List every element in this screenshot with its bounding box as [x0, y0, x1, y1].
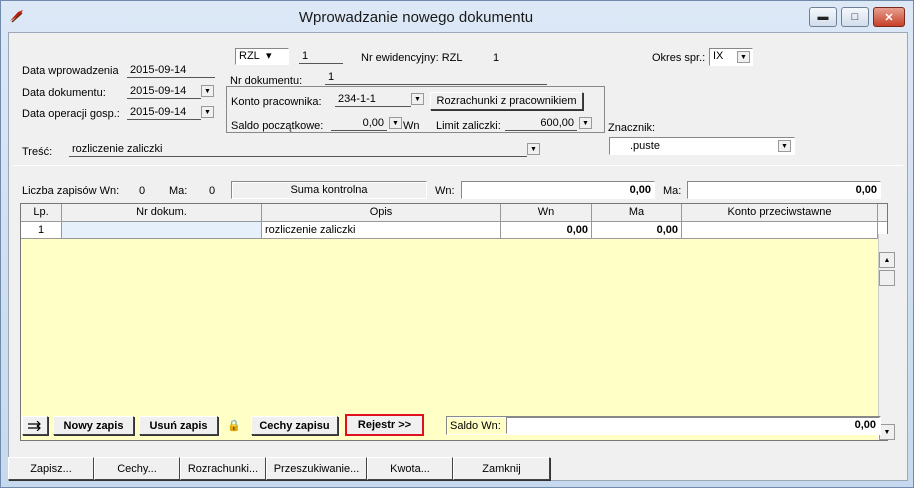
liczba-ma-value: 0: [209, 185, 216, 197]
maximize-button[interactable]: □: [841, 7, 869, 27]
tresc-label: Treść:: [22, 146, 53, 158]
suma-kontrolna-label: Suma kontrolna: [231, 181, 427, 199]
double-arrow-icon: [28, 420, 41, 431]
swap-arrows-button[interactable]: [22, 416, 48, 435]
znacznik-value: .puste: [630, 140, 660, 152]
typ-dokumentu-select[interactable]: RZL ▾: [235, 48, 289, 65]
table-cell-opis[interactable]: rozliczenie zaliczki: [262, 222, 501, 239]
znacznik-select[interactable]: .puste ▼: [609, 137, 795, 155]
rozrachunki-pracownik-button[interactable]: Rozrachunki z pracownikiem: [430, 92, 583, 110]
column-header-konto-przeciwstawne[interactable]: Konto przeciwstawne: [682, 204, 878, 222]
saldo-pocz-unit: Wn: [403, 120, 420, 132]
table-cell-ma[interactable]: 0,00: [592, 222, 682, 239]
kwota-button[interactable]: Kwota...: [367, 457, 453, 480]
chevron-down-icon[interactable]: ▼: [201, 85, 214, 97]
data-operacji-label: Data operacji gosp.:: [22, 108, 120, 120]
data-wprowadzenia-label: Data wprowadzenia: [22, 65, 119, 77]
okres-label: Okres spr.:: [652, 52, 706, 64]
chevron-down-icon[interactable]: ▼: [579, 117, 592, 129]
liczba-ma-label: Ma:: [169, 185, 188, 197]
przeszukiwanie-button[interactable]: Przeszukiwanie...: [266, 457, 367, 480]
chevron-down-icon[interactable]: ▼: [389, 117, 402, 129]
chevron-down-icon: ▼: [778, 140, 791, 152]
column-header-lp[interactable]: Lp.: [21, 204, 62, 222]
suma-wn-value: 0,00: [461, 181, 655, 199]
limit-field[interactable]: 600,00: [505, 117, 577, 131]
rozrachunki-button[interactable]: Rozrachunki...: [180, 457, 266, 480]
cechy-button[interactable]: Cechy...: [94, 457, 180, 480]
saldo-pocz-label: Saldo początkowe:: [231, 120, 324, 132]
divider: [13, 165, 903, 166]
vertical-scrollbar[interactable]: ▲ ▼: [878, 234, 895, 440]
data-dokumentu-field[interactable]: 2015-09-14: [127, 85, 201, 99]
minimize-button[interactable]: ▬: [809, 7, 837, 27]
table-cell-konto[interactable]: [682, 222, 878, 239]
limit-label: Limit zaliczki:: [436, 120, 501, 132]
dialog-window: Wprowadzanie nowego dokumentu ▬ □ ✕ Data…: [0, 0, 914, 488]
column-header-opis[interactable]: Opis: [262, 204, 501, 222]
typ-dokumentu-value: RZL: [239, 50, 260, 62]
okres-value: IX: [713, 50, 724, 62]
cechy-zapisu-button[interactable]: Cechy zapisu: [251, 416, 338, 435]
chevron-down-icon[interactable]: ▼: [201, 106, 214, 118]
column-header-ma[interactable]: Ma: [592, 204, 682, 222]
table-cell-nr-dokum[interactable]: [62, 222, 262, 239]
scroll-thumb[interactable]: [879, 270, 895, 286]
nr-ewid-label: Nr ewidencyjny: RZL: [361, 52, 463, 64]
table-cell-lp[interactable]: 1: [21, 222, 62, 239]
entries-table[interactable]: Lp. Nr dokum. Opis Wn Ma Konto przeciwst…: [20, 203, 895, 441]
saldo-wn-label: Saldo Wn:: [450, 420, 501, 432]
data-dokumentu-label: Data dokumentu:: [22, 87, 106, 99]
liczba-wn-value: 0: [139, 185, 146, 197]
lock-icon: 🔒: [227, 420, 241, 432]
rejestr-button[interactable]: Rejestr >>: [345, 414, 424, 436]
liczba-wn-label: Liczba zapisów Wn:: [22, 185, 120, 197]
suma-ma-label: Ma:: [663, 185, 682, 197]
form-area: Data wprowadzenia 2015-09-14 Data dokume…: [8, 32, 908, 481]
chevron-down-icon[interactable]: ▼: [527, 143, 540, 155]
suma-ma-value: 0,00: [687, 181, 881, 199]
nowy-zapis-button[interactable]: Nowy zapis: [53, 416, 134, 435]
column-header-nr-dokum[interactable]: Nr dokum.: [62, 204, 262, 222]
typ-number-field[interactable]: 1: [299, 50, 343, 64]
usun-zapis-button[interactable]: Usuń zapis: [139, 416, 218, 435]
nr-dok-field[interactable]: 1: [325, 71, 547, 85]
column-header-wn[interactable]: Wn: [501, 204, 592, 222]
konto-field[interactable]: 234-1-1: [335, 93, 411, 107]
close-button[interactable]: ✕: [873, 7, 905, 27]
data-operacji-field[interactable]: 2015-09-14: [127, 106, 201, 120]
data-wprowadzenia-field[interactable]: 2015-09-14: [127, 64, 215, 78]
table-empty-area[interactable]: [21, 239, 878, 440]
chevron-down-icon: ▼: [737, 51, 750, 63]
saldo-wn-value: 0,00: [506, 417, 880, 434]
window-title: Wprowadzanie nowego dokumentu: [298, 9, 534, 26]
chevron-down-icon: ▾: [266, 50, 272, 62]
scroll-down-icon[interactable]: ▼: [879, 424, 895, 440]
znacznik-label: Znacznik:: [608, 122, 656, 134]
scroll-up-icon[interactable]: ▲: [879, 252, 895, 268]
suma-wn-label: Wn:: [435, 185, 455, 197]
zamknij-button[interactable]: Zamknij: [453, 457, 550, 480]
nr-ewid-value: 1: [493, 52, 500, 64]
header-corner: [878, 204, 887, 222]
title-bar[interactable]: Wprowadzanie nowego dokumentu ▬ □ ✕: [1, 1, 913, 33]
saldo-pocz-field[interactable]: 0,00: [331, 117, 387, 131]
okres-select[interactable]: IX ▼: [709, 48, 753, 66]
table-cell-wn[interactable]: 0,00: [501, 222, 592, 239]
chevron-down-icon[interactable]: ▼: [411, 93, 424, 105]
konto-label: Konto pracownika:: [231, 96, 322, 108]
zapisz-button[interactable]: Zapisz...: [8, 457, 94, 480]
tresc-field[interactable]: rozliczenie zaliczki: [69, 143, 527, 157]
